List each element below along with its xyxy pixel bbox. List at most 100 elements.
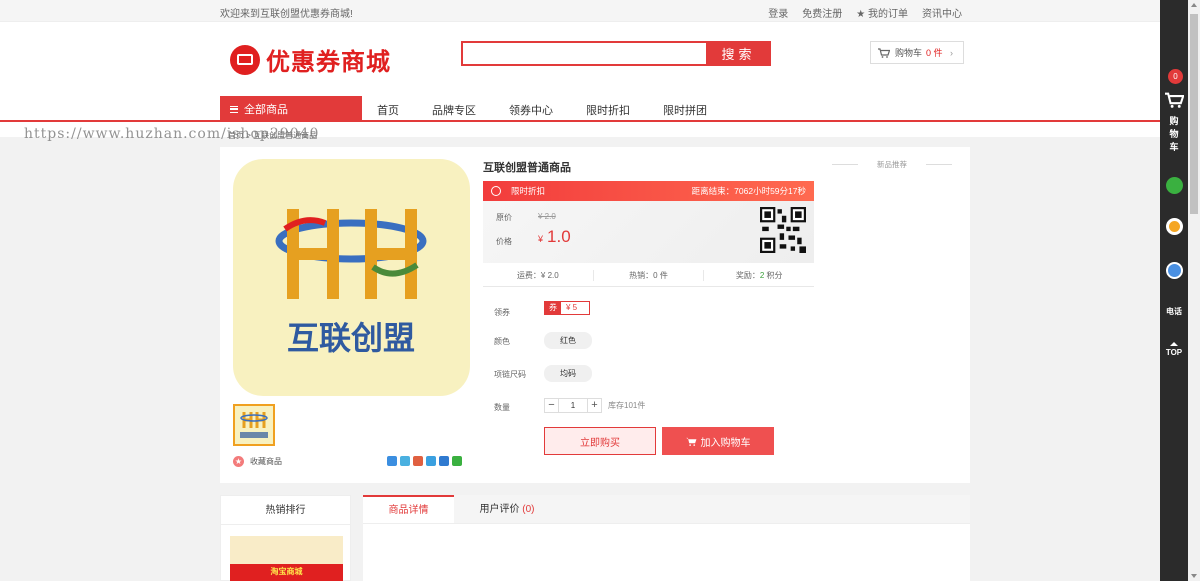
share-weibo-icon[interactable] [413,456,423,466]
price-label: 价格 [496,237,512,246]
share-tencent-icon[interactable] [426,456,436,466]
star-icon: ★ [233,456,244,467]
search-button[interactable]: 搜索 [706,41,771,66]
coupon-label: 领券 [494,308,510,317]
quantity-label: 数量 [494,403,510,412]
size-label: 项链尺码 [494,370,526,379]
nav-item-brands[interactable]: 品牌专区 [432,102,476,118]
scroll-up-icon[interactable] [1191,3,1197,7]
all-categories-label: 全部商品 [244,104,288,116]
product-main-image: 互联创盟 [233,159,470,396]
sidebar-cart-badge: 0 [1168,69,1183,84]
share-qzone-icon[interactable] [400,456,410,466]
coupon-button[interactable]: 券 ¥ 5 [544,301,591,315]
share-plus-icon[interactable] [387,456,397,466]
add-to-cart-button[interactable]: 加入购物车 [662,427,774,455]
news-center-link[interactable]: 资讯中心 [922,5,962,20]
scrollbar[interactable] [1188,0,1200,581]
nav-items: 首页 品牌专区 领券中心 限时折扣 限时拼团 [377,102,740,118]
thumbnail-image [240,412,268,438]
register-link[interactable]: 免费注册 [802,5,842,20]
qq-icon[interactable] [1166,218,1183,235]
all-categories-button[interactable]: 全部商品 [220,96,362,122]
hot-banner-image[interactable]: 淘宝商城 [230,536,343,581]
tab-user-reviews[interactable]: 用户评价 (0) [454,495,560,523]
reward-points: 奖励：2 积分 [735,271,783,280]
hot-ranking-panel: 热销排行 淘宝商城 [220,495,351,581]
sidebar-cart-label[interactable]: 购物车 [1167,115,1181,154]
welcome-text: 欢迎来到互联创盟优惠券商城! [220,9,353,20]
share-icons [387,456,462,466]
original-price-label: 原价 [496,213,512,222]
color-option-red[interactable]: 红色 [544,332,592,349]
search-input[interactable] [461,41,706,66]
coupon-value: ¥ 5 [566,303,578,312]
original-price: ¥ 2.0 [538,212,556,221]
current-price: ¥1.0 [538,227,571,247]
qr-code-icon [760,207,806,253]
header-cart-label: 购物车 [895,48,923,58]
quantity-input[interactable]: 1 [559,398,587,413]
favorite-button[interactable]: ★ 收藏商品 [233,456,282,467]
quantity-stepper: − 1 + 库存101件 [544,398,645,413]
main-nav: 全部商品 首页 品牌专区 领券中心 限时折扣 限时拼团 [0,96,1160,122]
share-wechat-icon[interactable] [452,456,462,466]
cart-icon [685,437,696,446]
quantity-plus-button[interactable]: + [587,398,602,413]
nav-item-flash-sale[interactable]: 限时折扣 [586,102,630,118]
product-stats: 运费：¥ 2.0 热销：0 件 奖励：2 积分 [483,265,814,287]
my-orders-link[interactable]: ★ 我的订单 [856,5,908,20]
brand-logo-image: 互联创盟 [275,209,427,357]
top-links: 登录 免费注册 ★ 我的订单 资讯中心 [768,5,962,20]
countdown-text: 距离结束：7062小时59分17秒 [691,186,806,196]
menu-icon [230,105,238,113]
wechat-icon[interactable] [1166,177,1183,194]
scroll-down-icon[interactable] [1191,574,1197,578]
clock-icon [491,186,501,196]
hot-ranking-title: 热销排行 [221,496,350,525]
search-bar: 搜索 [461,41,771,66]
buy-now-button[interactable]: 立即购买 [544,427,656,455]
nav-item-home[interactable]: 首页 [377,102,399,118]
chevron-right-icon: › [950,47,953,58]
color-label: 颜色 [494,337,510,346]
sales-count: 热销：0 件 [594,270,705,281]
sidebar-phone[interactable]: 电话 [1162,306,1186,317]
cart-icon[interactable] [1165,92,1184,108]
login-link[interactable]: 登录 [768,5,788,20]
header-cart-button[interactable]: 购物车 0 件 › [870,41,964,64]
logo-text: 优惠券商城 [266,49,391,76]
image-brand-text: 互联创盟 [287,319,415,357]
favorite-label: 收藏商品 [250,457,282,466]
coupon-tag: 券 [545,302,561,314]
stock-text: 库存101件 [608,401,646,410]
quantity-minus-button[interactable]: − [544,398,559,413]
shipping-fee: 运费：¥ 2.0 [483,270,594,281]
scrollbar-thumb[interactable] [1190,14,1198,214]
site-logo[interactable]: 优惠券商城 [230,42,391,77]
product-thumbnail[interactable] [233,404,275,446]
detail-tabs: 商品详情 用户评价 (0) [363,495,970,581]
current-price-value: 1.0 [547,227,571,246]
nav-item-coupons[interactable]: 领券中心 [509,102,553,118]
nav-item-group-buy[interactable]: 限时拼团 [663,102,707,118]
review-count: (0) [522,504,535,515]
flash-sale-label: 限时折扣 [511,186,546,196]
hot-banner-text: 淘宝商城 [270,567,303,576]
currency-symbol: ¥ [538,234,544,244]
share-renren-icon[interactable] [439,456,449,466]
watermark-text: https://www.huzhan.com/ishop29040 [24,126,320,142]
tab-product-detail[interactable]: 商品详情 [363,495,454,523]
flash-sale-banner: 限时折扣 距离结束：7062小时59分17秒 [483,181,814,201]
size-option-free[interactable]: 均码 [544,365,592,382]
product-title: 互联创盟普通商品 [483,162,571,174]
header-cart-count: 0 件 [926,48,943,58]
add-to-cart-label: 加入购物车 [700,437,751,449]
new-recommend-heading: 新品推荐 [832,159,952,170]
back-to-top-button[interactable]: TOP [1162,342,1186,357]
user-icon[interactable] [1166,262,1183,279]
coupon-card-icon [230,44,260,75]
cart-icon [878,47,890,58]
price-box: 原价 ¥ 2.0 价格 ¥1.0 [483,201,814,263]
right-sidebar: 0 购物车 电话 TOP [1160,0,1188,581]
